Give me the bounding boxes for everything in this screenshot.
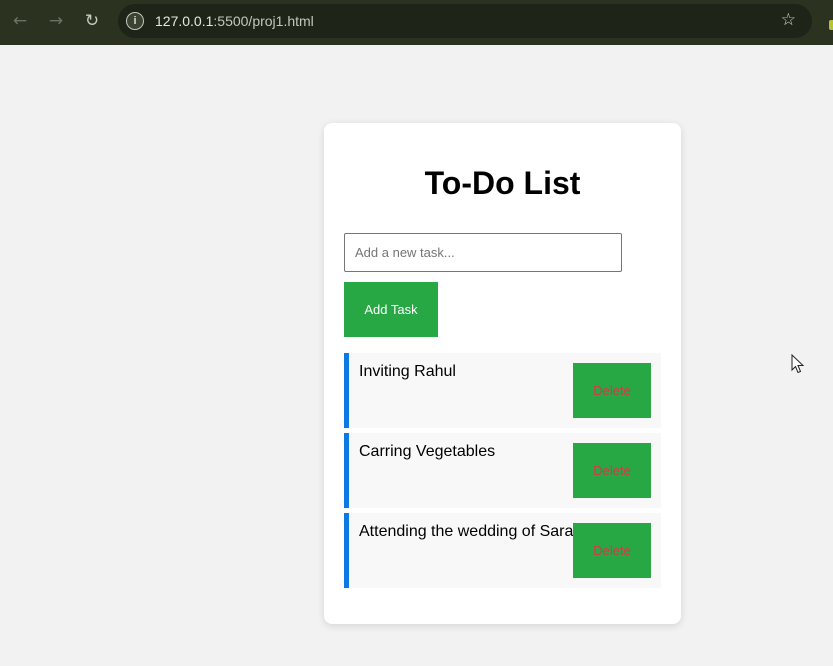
task-list: Inviting Rahul Delete Carring Vegetables… xyxy=(344,353,661,593)
star-icon[interactable]: ☆ xyxy=(781,10,796,30)
page-title: To-Do List xyxy=(424,165,581,201)
url-host: 127.0.0.1 xyxy=(155,13,214,29)
task-item: Attending the wedding of Sarah Delete xyxy=(344,513,661,588)
extension-icon xyxy=(829,20,833,30)
delete-button[interactable]: Delete xyxy=(573,363,651,418)
mouse-cursor-icon xyxy=(791,354,805,374)
url-text[interactable]: 127.0.0.1:5500/proj1.html xyxy=(155,13,314,29)
task-text: Carring Vegetables xyxy=(359,443,496,460)
todo-card: To-Do List Add Task Inviting Rahul Delet… xyxy=(324,123,681,624)
info-icon[interactable]: i xyxy=(126,12,144,30)
url-path: :5500/proj1.html xyxy=(213,13,314,29)
task-text: Attending the wedding of Sarah xyxy=(359,523,583,540)
task-text: Inviting Rahul xyxy=(359,363,456,380)
address-bar[interactable]: i 127.0.0.1:5500/proj1.html ☆ xyxy=(118,4,812,38)
task-item: Carring Vegetables Delete xyxy=(344,433,661,508)
browser-toolbar: ← → ↻ i 127.0.0.1:5500/proj1.html ☆ xyxy=(0,0,833,45)
task-input[interactable] xyxy=(344,233,622,272)
delete-button[interactable]: Delete xyxy=(573,523,651,578)
task-item: Inviting Rahul Delete xyxy=(344,353,661,428)
arrow-right-icon[interactable]: → xyxy=(45,10,67,32)
arrow-left-icon[interactable]: ← xyxy=(9,10,31,32)
reload-icon[interactable]: ↻ xyxy=(81,10,103,32)
add-task-button[interactable]: Add Task xyxy=(344,282,438,337)
delete-button[interactable]: Delete xyxy=(573,443,651,498)
